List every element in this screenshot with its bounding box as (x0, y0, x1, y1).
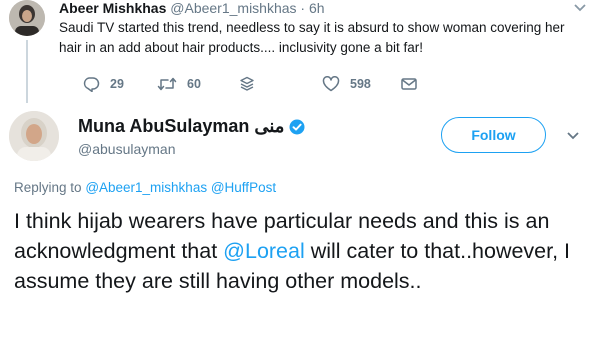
verified-badge-icon (289, 119, 305, 134)
retweet-button[interactable]: 60 (157, 72, 201, 96)
envelope-icon (401, 78, 417, 90)
stack-button[interactable] (239, 72, 255, 96)
retweet-count: 60 (187, 77, 201, 91)
replying-to: Replying to @Abeer1_mishkhas @HuffPost (14, 180, 276, 195)
like-button[interactable]: 598 (322, 72, 371, 96)
reply-count: 29 (110, 77, 124, 91)
main-avatar-image (9, 111, 59, 161)
like-count: 598 (350, 77, 371, 91)
parent-separator: · (296, 0, 309, 16)
replying-to-link-2[interactable]: @HuffPost (211, 180, 276, 195)
main-display-name[interactable]: Muna AbuSulayman منى (78, 116, 284, 137)
main-tweet-text: I think hijab wearers have particular ne… (14, 206, 594, 296)
parent-tweet-text: Saudi TV started this trend, needless to… (59, 20, 565, 55)
replying-prefix: Replying to (14, 180, 82, 195)
heart-icon (322, 76, 340, 92)
direct-message-button[interactable] (400, 72, 418, 96)
reply-button[interactable]: 29 (82, 72, 124, 96)
parent-avatar[interactable] (9, 0, 45, 36)
chevron-down-icon[interactable] (566, 131, 580, 141)
mention-link[interactable]: @Loreal (223, 239, 305, 263)
follow-button[interactable]: Follow (441, 117, 546, 153)
main-handle[interactable]: @abusulayman (78, 141, 176, 157)
stack-icon (240, 76, 254, 91)
parent-header: Abeer Mishkhas @Abeer1_mishkhas · 6h (59, 0, 325, 16)
parent-avatar-image (9, 0, 45, 36)
chevron-down-icon[interactable] (572, 2, 588, 14)
parent-time[interactable]: 6h (309, 0, 325, 16)
parent-display-name[interactable]: Abeer Mishkhas (59, 0, 166, 16)
main-avatar[interactable] (9, 111, 59, 161)
parent-actions-bar: 29 60 598 (59, 72, 579, 96)
parent-handle[interactable]: @Abeer1_mishkhas (170, 0, 296, 16)
retweet-icon (157, 77, 177, 91)
replying-to-link-1[interactable]: @Abeer1_mishkhas (85, 180, 207, 195)
main-name-row: Muna AbuSulayman منى (78, 116, 305, 137)
thread-line (26, 40, 28, 103)
reply-icon (83, 77, 100, 92)
